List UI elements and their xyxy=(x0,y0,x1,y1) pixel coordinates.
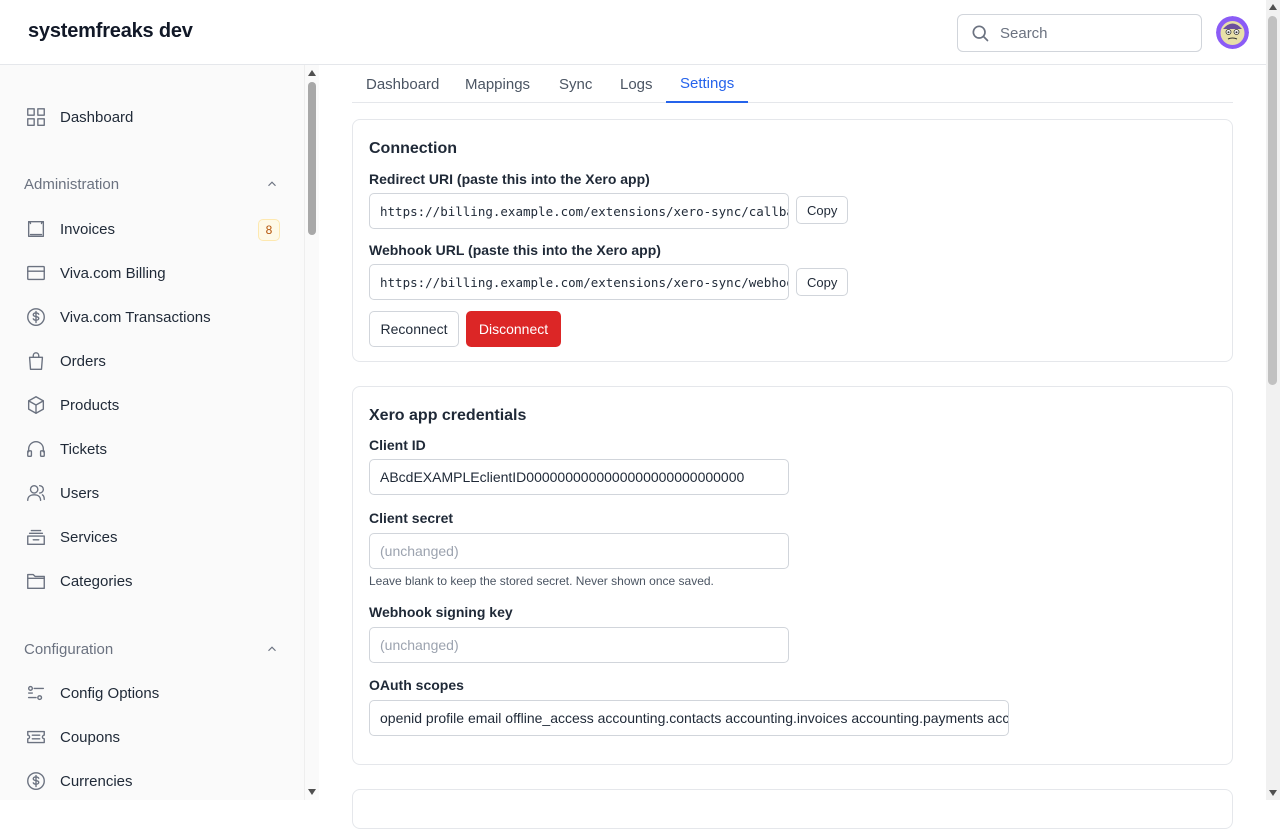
sidebar-item-label: Categories xyxy=(60,572,133,590)
sidebar-item-orders[interactable]: Orders xyxy=(24,345,289,377)
connection-card: Connection Redirect URI (paste this into… xyxy=(352,119,1233,362)
scroll-down-arrow-icon[interactable] xyxy=(308,789,316,795)
scroll-up-arrow-icon[interactable] xyxy=(1269,4,1277,10)
stack-icon xyxy=(25,526,47,548)
headset-icon xyxy=(25,438,47,460)
oauth-scopes-label: OAuth scopes xyxy=(369,677,464,693)
folder-icon xyxy=(25,570,47,592)
client-id-label: Client ID xyxy=(369,437,426,453)
sidebar-scrollbar-thumb[interactable] xyxy=(308,82,316,235)
avatar[interactable] xyxy=(1216,16,1249,49)
card-title: Xero app credentials xyxy=(369,407,527,424)
search-icon xyxy=(972,25,989,42)
sidebar-item-users[interactable]: Users xyxy=(24,477,289,509)
copy-redirect-button[interactable]: Copy xyxy=(796,196,849,224)
sidebar-item-label: Viva.com Transactions xyxy=(60,308,211,326)
section-configuration[interactable]: Configuration xyxy=(24,638,279,660)
top-header: systemfreaks dev xyxy=(0,0,1266,65)
tab-sync[interactable]: Sync xyxy=(545,65,606,103)
copy-webhook-button[interactable]: Copy xyxy=(796,268,849,296)
sidebar-item-categories[interactable]: Categories xyxy=(24,565,289,597)
chevron-up-icon xyxy=(268,181,276,187)
tab-logs[interactable]: Logs xyxy=(606,65,667,103)
redirect-uri-field[interactable]: https://billing.example.com/extensions/x… xyxy=(369,193,789,229)
ticket-icon xyxy=(25,726,47,748)
tab-mappings[interactable]: Mappings xyxy=(451,65,544,103)
card-title: Connection xyxy=(369,140,457,157)
scroll-down-arrow-icon[interactable] xyxy=(1269,790,1277,796)
dollar-circle-icon xyxy=(25,770,47,792)
shopping-bag-icon xyxy=(25,350,47,372)
search-input[interactable] xyxy=(1000,24,1180,42)
sidebar-item-coupons[interactable]: Coupons xyxy=(24,721,289,753)
dollar-circle-icon xyxy=(25,306,47,328)
client-secret-help: Leave blank to keep the stored secret. N… xyxy=(369,574,714,588)
grid-icon xyxy=(25,106,47,128)
webhook-key-label: Webhook signing key xyxy=(369,604,513,620)
sidebar-item-viva-billing[interactable]: Viva.com Billing xyxy=(24,257,289,289)
section-title: Configuration xyxy=(24,640,114,658)
credit-card-icon xyxy=(25,262,47,284)
sidebar-item-products[interactable]: Products xyxy=(24,389,289,421)
sidebar-item-viva-transactions[interactable]: Viva.com Transactions xyxy=(24,301,289,333)
tab-bar: Dashboard Mappings Sync Logs Settings xyxy=(352,65,1233,103)
sidebar-item-label: Products xyxy=(60,396,120,414)
sidebar-item-label: Coupons xyxy=(60,728,121,746)
disconnect-button[interactable]: Disconnect xyxy=(466,311,561,347)
client-secret-label: Client secret xyxy=(369,510,454,526)
sidebar-item-label: Tickets xyxy=(60,440,107,458)
credentials-card: Xero app credentials Client ID ABcdEXAMP… xyxy=(352,386,1233,765)
brand-title[interactable]: systemfreaks dev xyxy=(28,20,193,43)
sidebar-item-label: Config Options xyxy=(60,684,160,702)
redirect-uri-label: Redirect URI (paste this into the Xero a… xyxy=(369,171,650,187)
webhook-url-label: Webhook URL (paste this into the Xero ap… xyxy=(369,242,661,258)
cube-icon xyxy=(25,394,47,416)
status-badge: 8 xyxy=(258,219,280,241)
sidebar-item-label: Services xyxy=(60,528,118,546)
search-box[interactable] xyxy=(957,14,1202,52)
sidebar-item-tickets[interactable]: Tickets xyxy=(24,433,289,465)
client-id-field[interactable]: ABcdEXAMPLEclientID000000000000000000000… xyxy=(369,459,789,495)
sidebar-item-label: Viva.com Billing xyxy=(60,264,166,282)
users-icon xyxy=(25,482,47,504)
webhook-url-field[interactable]: https://billing.example.com/extensions/x… xyxy=(369,264,789,300)
sliders-icon xyxy=(25,682,47,704)
sidebar-item-dashboard[interactable]: Dashboard xyxy=(24,101,289,133)
sidebar-scrollbar[interactable] xyxy=(305,65,319,800)
sidebar-item-label: Currencies xyxy=(60,772,133,790)
sidebar-item-currencies[interactable]: Currencies xyxy=(24,765,289,797)
sidebar-item-label: Users xyxy=(60,484,100,502)
sidebar-item-config-options[interactable]: Config Options xyxy=(24,677,289,709)
reconnect-button[interactable]: Reconnect xyxy=(369,311,459,347)
chevron-up-icon xyxy=(268,646,276,652)
page-scrollbar[interactable] xyxy=(1266,0,1280,800)
sidebar-item-invoices[interactable]: Invoices 8 xyxy=(24,213,289,245)
invoice-icon xyxy=(25,218,47,240)
client-secret-field[interactable]: (unchanged) xyxy=(369,533,789,569)
page-scrollbar-thumb[interactable] xyxy=(1268,16,1277,385)
tab-settings[interactable]: Settings xyxy=(666,65,749,103)
sidebar-item-label: Orders xyxy=(60,352,106,370)
sidebar-item-label: Invoices xyxy=(60,220,116,238)
sidebar-item-label: Dashboard xyxy=(60,108,134,126)
oauth-scopes-field[interactable]: openid profile email offline_access acco… xyxy=(369,700,1009,736)
tab-dashboard[interactable]: Dashboard xyxy=(352,65,453,103)
webhook-key-field[interactable]: (unchanged) xyxy=(369,627,789,663)
section-administration[interactable]: Administration xyxy=(24,173,279,195)
scroll-up-arrow-icon[interactable] xyxy=(308,70,316,76)
sidebar: Dashboard Administration Invoices 8 Viva… xyxy=(0,65,305,800)
sidebar-item-services[interactable]: Services xyxy=(24,521,289,553)
next-card xyxy=(352,789,1233,829)
avatar-face-icon xyxy=(1216,16,1249,49)
section-title: Administration xyxy=(24,175,120,193)
